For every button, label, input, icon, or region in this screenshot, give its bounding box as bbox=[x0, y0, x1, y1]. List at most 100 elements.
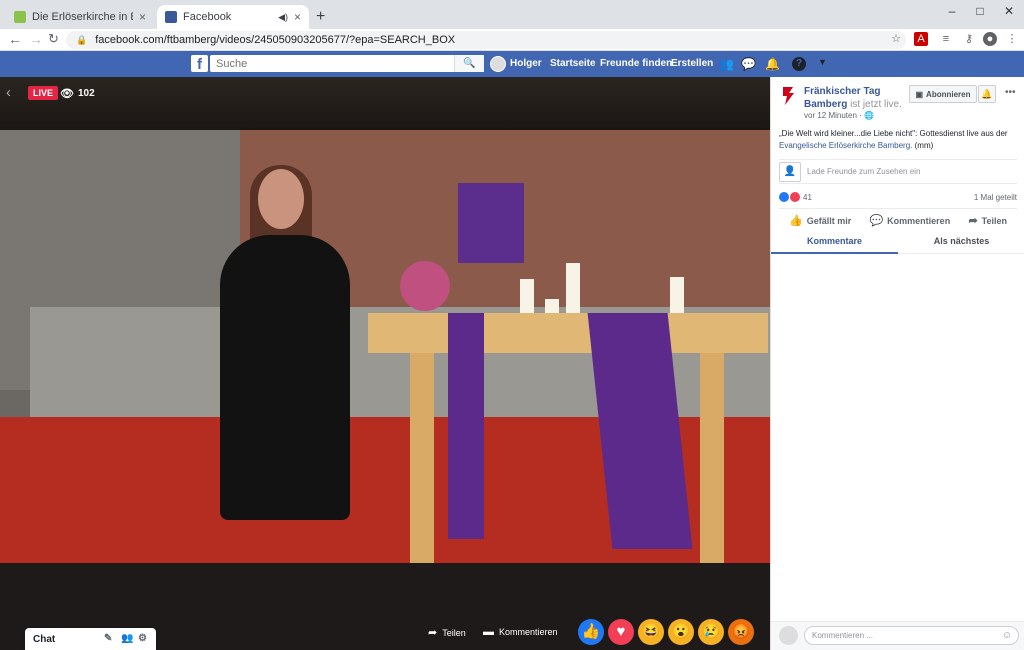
love-icon[interactable]: ♥ bbox=[608, 619, 634, 645]
tab-title: Die Erlöserkirche in Bamberg ist bbox=[32, 11, 133, 23]
chat-settings-gear-icon[interactable]: ⚙ bbox=[138, 633, 147, 644]
video-share-button[interactable]: ➦ Teilen bbox=[428, 626, 466, 639]
subscribe-icon: ▣ bbox=[915, 89, 924, 99]
video-player[interactable]: ‹ LIVE 👁 102 ➦ Teilen ▬ Kommentieren 👍 ♥… bbox=[0, 77, 770, 650]
add-friend-icon[interactable]: 👤 bbox=[779, 161, 801, 182]
chat-label: Chat bbox=[33, 633, 56, 645]
key-extension-icon[interactable]: ⚷ bbox=[962, 32, 976, 46]
invite-friends-row[interactable]: 👤 Lade Freunde zum Zusehen ein bbox=[779, 159, 1017, 184]
new-message-icon[interactable]: ✎ bbox=[104, 633, 112, 644]
altar-purple-cloth bbox=[458, 183, 524, 263]
forward-arrow-icon[interactable]: → bbox=[29, 31, 43, 47]
nav-erstellen[interactable]: Erstellen bbox=[671, 58, 713, 69]
pdf-extension-icon[interactable]: A bbox=[914, 32, 928, 46]
chat-bar[interactable]: Chat ✎ 👥 ⚙ bbox=[25, 628, 156, 650]
altar-table bbox=[368, 313, 768, 353]
comment-icon: 💬 bbox=[869, 215, 884, 227]
site-favicon-icon bbox=[14, 11, 26, 23]
back-arrow-icon[interactable]: ← bbox=[8, 31, 22, 47]
profile-icon[interactable]: ● bbox=[983, 32, 997, 46]
back-chevron-icon[interactable]: ‹ bbox=[6, 84, 11, 101]
viewer-count-value: 102 bbox=[77, 88, 95, 99]
video-top-letterbox bbox=[0, 77, 770, 132]
minimize-button[interactable]: – bbox=[937, 4, 967, 18]
search-icon[interactable]: 🔍 bbox=[454, 55, 484, 72]
audio-playing-icon[interactable]: ◀) bbox=[278, 12, 288, 23]
description-tail: (mm) bbox=[912, 141, 934, 150]
tab-title: Facebook bbox=[183, 11, 232, 23]
group-chat-icon[interactable]: 👥 bbox=[121, 633, 133, 644]
more-options-icon[interactable]: ••• bbox=[1005, 87, 1016, 98]
account-menu-caret-icon[interactable]: ▼ bbox=[818, 57, 827, 67]
tab-kommentare[interactable]: Kommentare bbox=[771, 232, 898, 254]
facebook-search: 🔍 bbox=[210, 55, 484, 72]
subscribe-label: Abonnieren bbox=[926, 89, 971, 99]
subscribe-button[interactable]: ▣ Abonnieren bbox=[909, 85, 977, 103]
description-link[interactable]: Evangelische Erlöserkirche Bamberg. bbox=[779, 141, 912, 150]
comment-composer: Kommentieren ... ☺ bbox=[771, 621, 1024, 650]
love-reaction-icon bbox=[790, 192, 800, 202]
messenger-icon[interactable]: 💬 bbox=[741, 57, 756, 71]
live-status: ist jetzt live. bbox=[847, 99, 902, 110]
video-comment-button[interactable]: ▬ Kommentieren bbox=[483, 626, 558, 638]
reload-icon[interactable]: ↻ bbox=[48, 31, 59, 47]
playlist-extension-icon[interactable]: ≡ bbox=[939, 32, 953, 46]
search-input[interactable] bbox=[210, 56, 454, 71]
like-button[interactable]: 👍 Gefällt mir bbox=[789, 214, 851, 227]
angry-icon[interactable]: 😡 bbox=[728, 619, 754, 645]
viewer-count: 👁 102 bbox=[60, 87, 95, 100]
tab-close-icon[interactable]: × bbox=[139, 10, 146, 24]
sad-icon[interactable]: 😢 bbox=[698, 619, 724, 645]
wow-icon[interactable]: 😮 bbox=[668, 619, 694, 645]
post-timestamp[interactable]: vor 12 Minuten · bbox=[804, 111, 864, 120]
tab-als-naechstes[interactable]: Als nächstes bbox=[898, 232, 1024, 254]
public-globe-icon: 🌐 bbox=[864, 111, 874, 120]
comment-tabs: Kommentare Als nächstes bbox=[771, 232, 1024, 254]
comment-button[interactable]: 💬 Kommentieren bbox=[869, 214, 950, 227]
browser-tab-facebook[interactable]: Facebook ◀) × bbox=[157, 5, 309, 29]
reaction-summary: 41 1 Mal geteilt bbox=[779, 190, 1017, 204]
emoji-icon[interactable]: ☺ bbox=[1002, 627, 1012, 644]
eye-icon: 👁 bbox=[60, 88, 74, 100]
profile-link[interactable]: Holger bbox=[510, 58, 542, 69]
nav-startseite[interactable]: Startseite bbox=[550, 58, 596, 69]
avatar[interactable] bbox=[490, 56, 506, 72]
browser-tab-erloeserkirche[interactable]: Die Erlöserkirche in Bamberg ist × bbox=[6, 5, 154, 29]
description-text: „Die Welt wird kleiner...die Liebe nicht… bbox=[779, 129, 1008, 138]
avatar bbox=[779, 626, 798, 645]
fraenkischer-tag-logo[interactable] bbox=[779, 85, 799, 107]
comment-label: Kommentieren bbox=[887, 215, 951, 226]
close-window-button[interactable]: ✕ bbox=[994, 4, 1024, 18]
maximize-button[interactable]: □ bbox=[965, 4, 995, 18]
purple-stole bbox=[448, 313, 484, 539]
share-button[interactable]: ➦ Teilen bbox=[968, 214, 1007, 227]
comment-placeholder: Kommentieren ... bbox=[812, 631, 873, 640]
thumbs-up-icon: 👍 bbox=[789, 215, 803, 227]
like-icon[interactable]: 👍 bbox=[578, 619, 604, 645]
notifications-bell-icon[interactable]: 🔔 bbox=[765, 57, 780, 71]
table-leg bbox=[410, 353, 434, 563]
flower-bouquet bbox=[400, 261, 450, 311]
facebook-header: f 🔍 Holger Startseite Freunde finden Ers… bbox=[0, 51, 1024, 77]
browser-toolbar: ← → ↻ 🔒 facebook.com/ftbamberg/videos/24… bbox=[0, 29, 1024, 51]
help-icon[interactable]: ? bbox=[792, 57, 806, 71]
like-label: Gefällt mir bbox=[806, 215, 852, 226]
nav-freunde-finden[interactable]: Freunde finden bbox=[600, 58, 672, 69]
video-comment-label: Kommentieren bbox=[499, 627, 558, 637]
menu-dots-icon[interactable]: ⋮ bbox=[1005, 32, 1019, 46]
friend-requests-icon[interactable]: 👥 bbox=[719, 57, 734, 71]
share-count[interactable]: 1 Mal geteilt bbox=[974, 193, 1017, 202]
lock-icon: 🔒 bbox=[76, 34, 88, 45]
post-actions: 👍 Gefällt mir 💬 Kommentieren ➦ Teilen bbox=[779, 208, 1017, 232]
comment-bubble-icon: ▬ bbox=[483, 626, 494, 638]
comment-input[interactable]: Kommentieren ... ☺ bbox=[804, 626, 1019, 645]
tab-close-icon[interactable]: × bbox=[294, 10, 301, 24]
bell-icon[interactable]: 🔔 bbox=[978, 85, 996, 103]
video-sidebar: Fränkischer Tag Bamberg ist jetzt live. … bbox=[770, 77, 1024, 650]
address-bar[interactable]: 🔒 facebook.com/ftbamberg/videos/24505090… bbox=[66, 31, 906, 49]
reaction-count[interactable]: 41 bbox=[803, 193, 812, 202]
new-tab-button[interactable]: + bbox=[316, 8, 325, 26]
bookmark-star-icon[interactable]: ☆ bbox=[889, 32, 903, 46]
haha-icon[interactable]: 😆 bbox=[638, 619, 664, 645]
facebook-logo[interactable]: f bbox=[191, 55, 208, 73]
